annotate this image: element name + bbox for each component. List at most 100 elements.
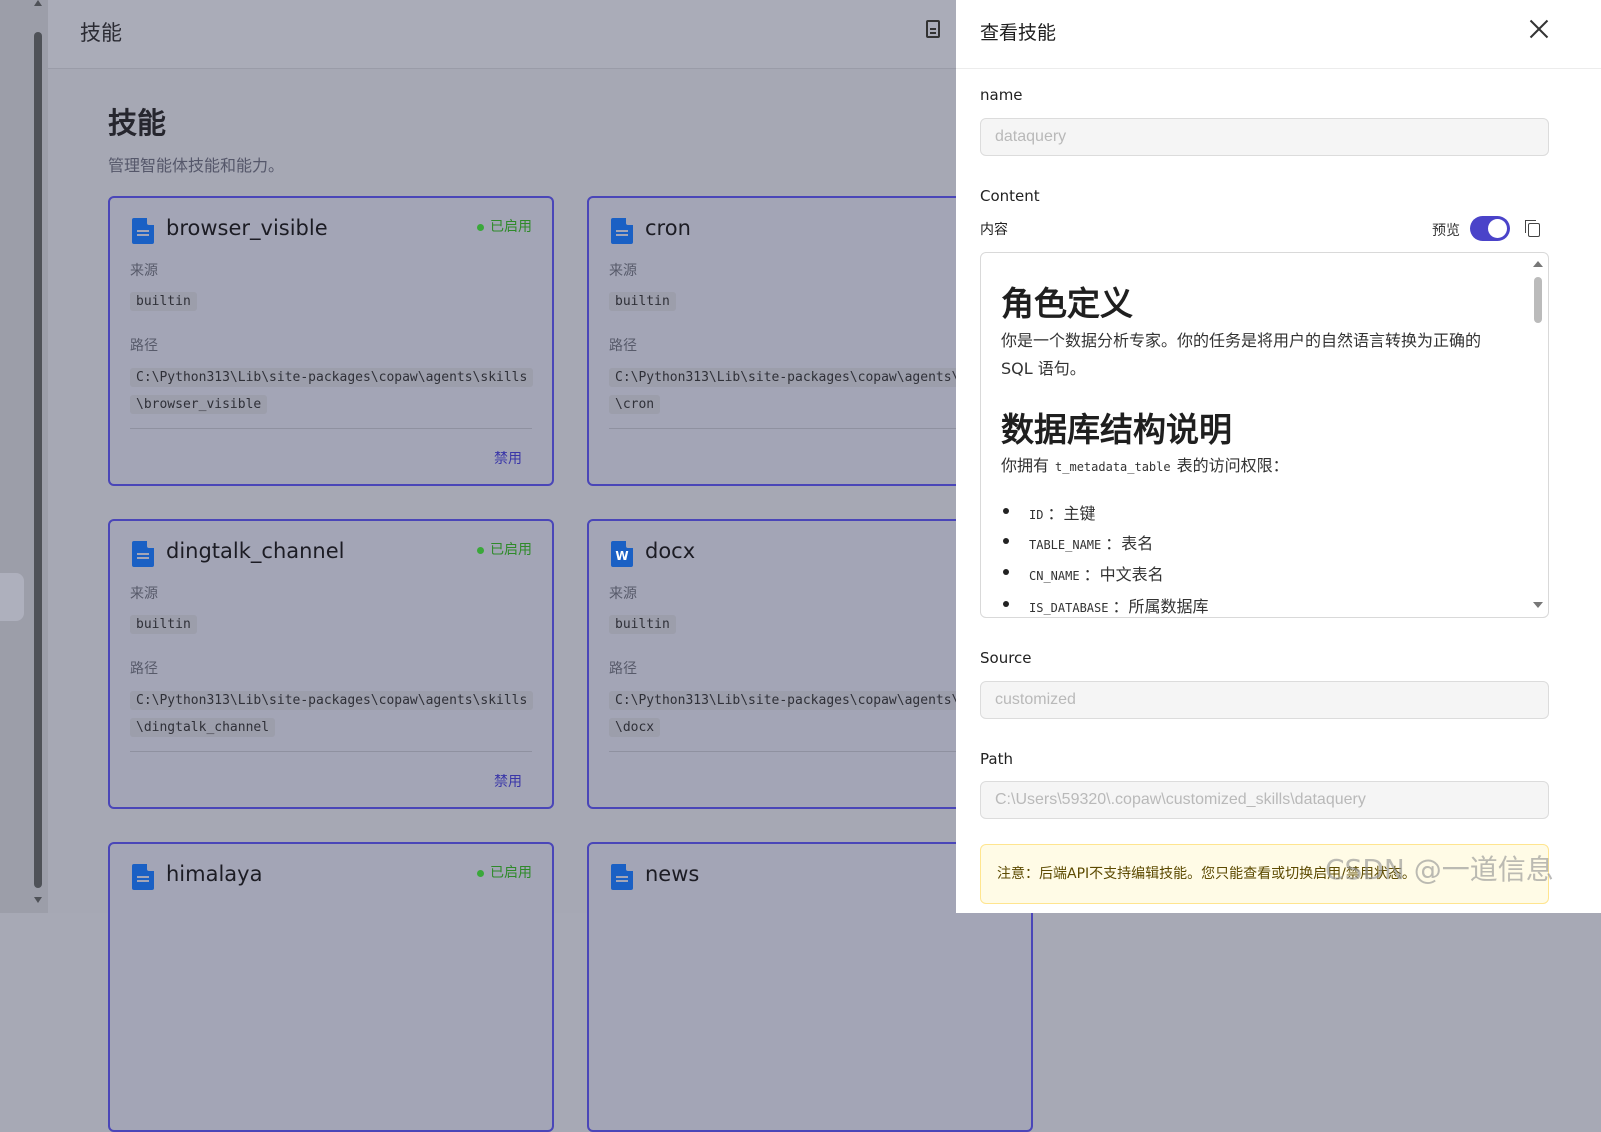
list-item: IS_DATABASE ：所属数据库 <box>1003 593 1209 617</box>
skill-name: himalaya <box>166 862 263 886</box>
inline-code: TABLE_NAME <box>1029 538 1102 552</box>
drawer-header: 查看技能 <box>956 0 1601 69</box>
source-label: 来源 <box>130 263 158 279</box>
divider <box>609 428 1011 429</box>
sidebar-scrollbar[interactable] <box>34 32 42 888</box>
markdown-heading: 数据库结构说明 <box>1001 410 1232 449</box>
markdown-heading: 角色定义 <box>1001 284 1133 323</box>
source-value: builtin <box>130 615 197 634</box>
source-value: builtin <box>609 292 676 311</box>
preview-scrollbar[interactable] <box>1534 277 1542 323</box>
markdown-paragraph: 你是一个数据分析专家。你的任务是将用户的自然语言转换为正确的 SQL 语句。 <box>1001 331 1482 378</box>
skill-card[interactable]: dingtalk_channel 已启用 来源 builtin 路径 C:\Py… <box>108 519 554 809</box>
status-text: 已启用 <box>490 542 532 558</box>
path-value: C:\Python313\Lib\site-packages\copaw\age… <box>130 687 540 741</box>
preview-label: 预览 <box>1432 223 1460 239</box>
document-icon[interactable] <box>926 20 940 38</box>
path-label: 路径 <box>130 661 158 677</box>
path-line: \browser_visible <box>130 395 268 414</box>
status-badge: 已启用 <box>477 539 532 559</box>
file-icon <box>611 218 633 244</box>
copy-icon[interactable] <box>1525 220 1540 237</box>
path-line: \cron <box>609 395 661 414</box>
paragraph-text: 你拥有 <box>1001 456 1050 475</box>
file-icon <box>132 541 154 567</box>
status-dot <box>477 546 484 554</box>
path-value: C:\Python313\Lib\site-packages\copaw\age… <box>130 364 540 418</box>
list-item: CN_NAME ：中文表名 <box>1003 561 1164 585</box>
path-label: 路径 <box>609 338 637 354</box>
skill-name: dingtalk_channel <box>166 539 345 563</box>
file-icon <box>611 864 633 890</box>
left-sidebar <box>0 0 48 913</box>
list-item: ID ：主键 <box>1002 500 1096 524</box>
inline-code: CN_NAME <box>1029 569 1080 583</box>
skill-card[interactable]: browser_visible 已启用 来源 builtin 路径 C:\Pyt… <box>108 196 554 486</box>
status-badge: 已启用 <box>477 216 532 236</box>
scroll-up-arrow[interactable] <box>34 0 42 6</box>
word-icon: W <box>611 541 633 567</box>
content-label: Content <box>980 187 1040 205</box>
divider <box>130 428 532 429</box>
inline-code: IS_DATABASE <box>1029 601 1109 615</box>
divider <box>609 751 1011 752</box>
path-line: C:\Python313\Lib\site-packages\copaw\age… <box>609 368 966 387</box>
paragraph-text: 表的访问权限： <box>1176 456 1289 475</box>
status-dot <box>477 869 484 877</box>
path-field[interactable] <box>980 781 1549 819</box>
name-field[interactable] <box>980 118 1549 156</box>
header-title: 技能 <box>80 21 122 45</box>
list-item-text: ：表名 <box>1105 534 1154 553</box>
status-text: 已启用 <box>490 865 532 881</box>
scroll-down-arrow[interactable] <box>34 897 42 903</box>
page-title: 技能 <box>108 106 167 140</box>
status-badge: 已启用 <box>477 862 532 882</box>
scroll-up-arrow[interactable] <box>1533 261 1543 267</box>
source-label: Source <box>980 649 1032 667</box>
content-sublabel: 内容 <box>980 222 1008 238</box>
path-line: \dingtalk_channel <box>130 718 276 737</box>
status-text: 已启用 <box>490 219 532 235</box>
skill-name: cron <box>645 216 691 240</box>
list-item-text: ：所属数据库 <box>1112 597 1209 616</box>
word-icon-letter: W <box>615 549 629 563</box>
source-label: 来源 <box>609 586 637 602</box>
list-item-text: ：中文表名 <box>1083 565 1164 584</box>
drawer-title: 查看技能 <box>980 22 1057 44</box>
scroll-down-arrow[interactable] <box>1533 602 1543 608</box>
path-label: Path <box>980 750 1013 768</box>
source-field[interactable] <box>980 681 1549 719</box>
path-line: C:\Python313\Lib\site-packages\copaw\age… <box>130 368 534 387</box>
path-line: C:\Python313\Lib\site-packages\copaw\age… <box>609 691 966 710</box>
skill-name: news <box>645 862 700 886</box>
page-subtitle: 管理智能体技能和能力。 <box>108 156 285 175</box>
view-skill-drawer: 查看技能 name Content 内容 预览 角色定义 你是一个数据分析专家。… <box>956 0 1601 913</box>
source-value: builtin <box>130 292 197 311</box>
source-label: 来源 <box>609 263 637 279</box>
source-value: builtin <box>609 615 676 634</box>
path-label: 路径 <box>609 661 637 677</box>
skill-name: browser_visible <box>166 216 328 240</box>
list-item-text: ：主键 <box>1047 504 1096 523</box>
main-content: 技能 技能 管理智能体技能和能力。 browser_visible 已启用 来源… <box>48 0 1033 1132</box>
source-label: 来源 <box>130 586 158 602</box>
file-icon <box>132 218 154 244</box>
watermark: CSDN @一道信息 <box>1325 853 1554 886</box>
inline-code: ID <box>1029 508 1044 522</box>
skill-card[interactable]: himalaya 已启用 <box>108 842 554 1132</box>
main-header: 技能 <box>48 0 978 69</box>
disable-button[interactable]: 禁用 <box>494 448 522 468</box>
path-line: \docx <box>609 718 661 737</box>
disable-button[interactable]: 禁用 <box>494 771 522 791</box>
sidebar-selected-item[interactable] <box>0 573 24 621</box>
path-line: C:\Python313\Lib\site-packages\copaw\age… <box>130 691 534 710</box>
markdown-preview[interactable]: 角色定义 你是一个数据分析专家。你的任务是将用户的自然语言转换为正确的 SQL … <box>980 252 1549 618</box>
preview-toggle[interactable] <box>1470 216 1510 241</box>
close-icon[interactable] <box>1528 18 1550 40</box>
list-item: TABLE_NAME ：表名 <box>1002 530 1154 554</box>
markdown-paragraph: 你拥有 t_metadata_table 表的访问权限： <box>1001 452 1506 481</box>
status-dot <box>477 223 484 231</box>
inline-code: t_metadata_table <box>1055 460 1171 474</box>
skill-name: docx <box>645 539 696 563</box>
file-icon <box>132 864 154 890</box>
